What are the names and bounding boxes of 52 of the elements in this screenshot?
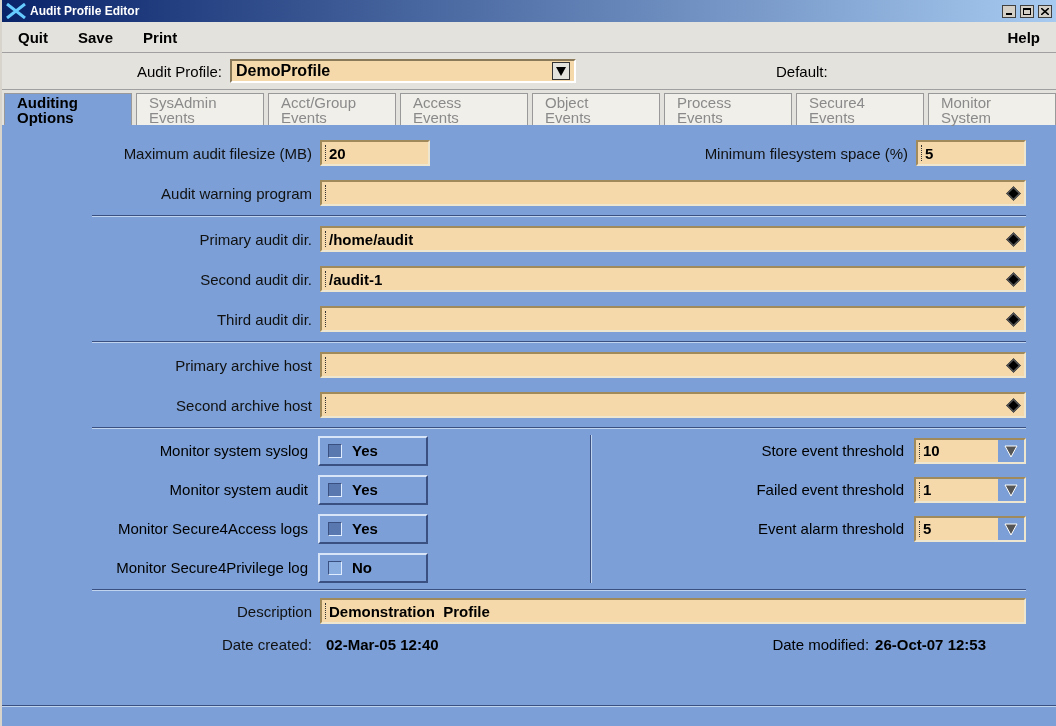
field-label: Maximum audit filesize (MB) [122,144,313,162]
text-field[interactable]: /home/audit [320,226,1026,252]
text-field[interactable] [320,352,1026,378]
field-label: Monitor system audit [168,481,309,498]
field-label: Second archive host [175,396,313,414]
text-field[interactable]: 20 [320,140,430,166]
menu-item[interactable]: Print [143,28,178,46]
toggle-button[interactable]: Yes [318,474,428,505]
field-label: Date modified: [772,635,870,653]
menu-item[interactable]: Quit [18,28,48,46]
dropdown-arrow-icon[interactable] [1004,521,1018,536]
profile-dropdown[interactable]: DemoProfile [230,59,576,83]
text-field[interactable]: /audit-1 [320,266,1026,292]
dropdown-field[interactable]: 10 [914,437,1026,464]
toggle-button[interactable]: No [318,552,428,583]
date-value: 26-Oct-07 12:53 [875,635,986,653]
field-label: Failed event threshold [756,481,905,498]
toggle-button[interactable]: Yes [318,513,428,544]
field-label: Monitor system syslog [158,442,309,459]
field-label: Default: [776,62,828,80]
field-label: Store event threshold [761,442,905,459]
field-label: Monitor Secure4Access logs [116,520,309,537]
menu-item[interactable]: Save [78,28,114,46]
toggle-button[interactable]: Yes [318,435,428,466]
field-label: Primary archive host [174,356,313,374]
field-label: Description [235,602,313,620]
text-field[interactable] [320,180,1026,206]
dropdown-arrow-icon[interactable] [1004,482,1018,497]
text-field[interactable]: Demonstration Profile [320,598,1026,624]
tab[interactable]: Auditing Options [4,93,132,125]
field-label: Third audit dir. [215,310,313,328]
dropdown-field[interactable]: 1 [914,476,1026,503]
field-label: Second audit dir. [199,270,313,288]
menu-item[interactable]: Help [1007,28,1040,46]
field-label: Minimum filesystem space (%) [704,144,909,162]
field-label: Primary audit dir. [198,230,313,248]
text-field[interactable] [320,306,1026,332]
field-label: Monitor Secure4Privilege log [115,559,309,576]
date-value: 02-Mar-05 12:40 [326,635,439,653]
field-label: Audit warning program [160,184,313,202]
text-field[interactable]: 5 [916,140,1026,166]
close-icon[interactable] [1038,4,1052,18]
window-title: Audit Profile Editor [30,4,141,18]
x-logo-icon [6,3,26,19]
dropdown-arrow-icon[interactable] [1004,443,1018,458]
minimize-icon[interactable] [1002,4,1016,18]
field-label: Date created: [220,635,313,653]
text-field[interactable] [320,392,1026,418]
maximize-icon[interactable] [1020,4,1034,18]
dropdown-field[interactable]: 5 [914,515,1026,542]
field-label: Event alarm threshold [758,520,905,537]
field-label: Audit Profile: [135,62,223,80]
